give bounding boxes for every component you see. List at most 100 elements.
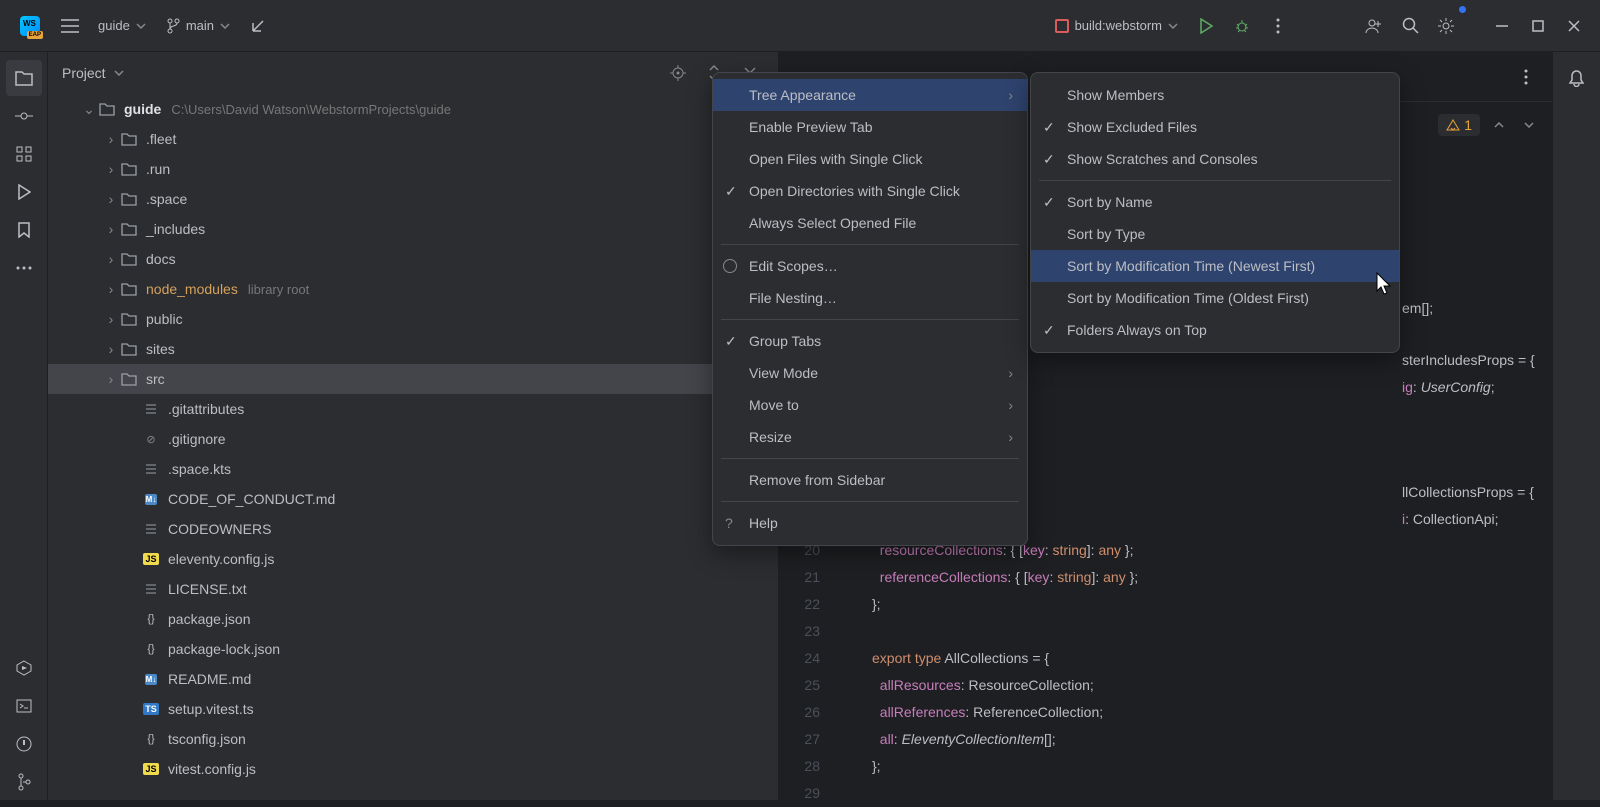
tree-item[interactable]: CODEOWNERS bbox=[48, 514, 778, 544]
next-highlight-icon[interactable] bbox=[1518, 114, 1540, 136]
code-line[interactable]: 27 all: EleventyCollectionItem[]; bbox=[778, 726, 1552, 753]
chevron-down-icon[interactable] bbox=[114, 70, 124, 76]
tree-item[interactable]: ›sites bbox=[48, 334, 778, 364]
code-fragment: ig: UserConfig; bbox=[1402, 379, 1495, 395]
menu-item[interactable]: ✓Show Scratches and Consoles bbox=[1031, 143, 1399, 175]
tree-item[interactable]: ⌄guideC:\Users\David Watson\WebstormProj… bbox=[48, 94, 778, 124]
menu-item[interactable]: Sort by Modification Time (Newest First) bbox=[1031, 250, 1399, 282]
titlebar: EAP guide main build:webstorm bbox=[0, 0, 1600, 52]
editor-options-icon[interactable] bbox=[1512, 63, 1540, 91]
menu-item[interactable]: Enable Preview Tab bbox=[713, 111, 1027, 143]
code-line[interactable]: 26 allReferences: ReferenceCollection; bbox=[778, 699, 1552, 726]
tree-item[interactable]: ›docs bbox=[48, 244, 778, 274]
commit-tool-icon[interactable] bbox=[6, 98, 42, 134]
menu-item[interactable]: ✓Open Directories with Single Click bbox=[713, 175, 1027, 207]
problems-tool-icon[interactable] bbox=[6, 726, 42, 762]
tree-item[interactable]: ›.fleet bbox=[48, 124, 778, 154]
panel-title: Project bbox=[62, 65, 106, 81]
run-config-selector[interactable]: build:webstorm bbox=[1045, 10, 1188, 41]
project-panel: Project ⌄guideC:\Users\David Watson\Webs… bbox=[48, 52, 778, 800]
menu-icon[interactable] bbox=[52, 8, 88, 44]
code-line[interactable]: 23 bbox=[778, 618, 1552, 645]
menu-item[interactable]: Edit Scopes… bbox=[713, 250, 1027, 282]
project-selector[interactable]: guide bbox=[88, 10, 156, 41]
code-line[interactable]: 24export type AllCollections = { bbox=[778, 645, 1552, 672]
tree-item[interactable]: .gitattributes bbox=[48, 394, 778, 424]
menu-item[interactable]: ?Help bbox=[713, 507, 1027, 539]
project-tool-icon[interactable] bbox=[6, 60, 42, 96]
locate-icon[interactable] bbox=[664, 59, 692, 87]
code-fragment: i: CollectionApi; bbox=[1402, 511, 1499, 527]
menu-item[interactable]: ✓Sort by Name bbox=[1031, 186, 1399, 218]
minimize-icon[interactable] bbox=[1484, 8, 1520, 44]
tree-item[interactable]: ›.space bbox=[48, 184, 778, 214]
menu-item[interactable]: Always Select Opened File bbox=[713, 207, 1027, 239]
tree-item[interactable]: ›node_moduleslibrary root bbox=[48, 274, 778, 304]
tree-item[interactable]: ⊘.gitignore bbox=[48, 424, 778, 454]
tree-item[interactable]: JSvitest.config.js bbox=[48, 754, 778, 784]
left-tool-strip bbox=[0, 52, 48, 800]
menu-item[interactable]: Show Members bbox=[1031, 79, 1399, 111]
project-tree[interactable]: ⌄guideC:\Users\David Watson\WebstormProj… bbox=[48, 94, 778, 800]
more-tools-icon[interactable] bbox=[6, 250, 42, 286]
tree-item[interactable]: M↓README.md bbox=[48, 664, 778, 694]
code-line[interactable]: 21 referenceCollections: { [key: string]… bbox=[778, 564, 1552, 591]
warning-badge[interactable]: 1 bbox=[1438, 114, 1480, 136]
code-line[interactable]: 22}; bbox=[778, 591, 1552, 618]
code-fragment: em[]; bbox=[1402, 300, 1433, 316]
branch-icon bbox=[166, 18, 180, 34]
settings-icon[interactable] bbox=[1428, 8, 1464, 44]
prev-highlight-icon[interactable] bbox=[1488, 114, 1510, 136]
tree-item[interactable]: M↓CODE_OF_CONDUCT.md bbox=[48, 484, 778, 514]
search-icon[interactable] bbox=[1392, 8, 1428, 44]
services-tool-icon[interactable] bbox=[6, 650, 42, 686]
bookmark-tool-icon[interactable] bbox=[6, 212, 42, 248]
menu-item[interactable]: Sort by Modification Time (Oldest First) bbox=[1031, 282, 1399, 314]
terminal-tool-icon[interactable] bbox=[6, 688, 42, 724]
menu-item[interactable]: Move to› bbox=[713, 389, 1027, 421]
tree-item[interactable]: {}tsconfig.json bbox=[48, 724, 778, 754]
branch-selector[interactable]: main bbox=[156, 10, 240, 42]
menu-item[interactable]: Resize› bbox=[713, 421, 1027, 453]
right-tool-strip bbox=[1552, 52, 1600, 800]
menu-item[interactable]: ✓Show Excluded Files bbox=[1031, 111, 1399, 143]
menu-item[interactable]: ✓Folders Always on Top bbox=[1031, 314, 1399, 346]
tree-item[interactable]: ›src bbox=[48, 364, 778, 394]
menu-item[interactable]: File Nesting… bbox=[713, 282, 1027, 314]
tree-item[interactable]: {}package.json bbox=[48, 604, 778, 634]
tree-item[interactable]: ›_includes bbox=[48, 214, 778, 244]
panel-context-menu: Tree Appearance›Enable Preview TabOpen F… bbox=[712, 72, 1028, 546]
tree-item[interactable]: {}package-lock.json bbox=[48, 634, 778, 664]
pull-icon[interactable] bbox=[240, 8, 276, 44]
code-line[interactable]: 28}; bbox=[778, 753, 1552, 780]
menu-item[interactable]: View Mode› bbox=[713, 357, 1027, 389]
tree-item[interactable]: TSsetup.vitest.ts bbox=[48, 694, 778, 724]
maximize-icon[interactable] bbox=[1520, 8, 1556, 44]
run-button[interactable] bbox=[1188, 8, 1224, 44]
tree-appearance-submenu: Show Members✓Show Excluded Files✓Show Sc… bbox=[1030, 72, 1400, 353]
menu-item[interactable]: ✓Group Tabs bbox=[713, 325, 1027, 357]
menu-item[interactable]: Tree Appearance› bbox=[713, 79, 1027, 111]
panel-header: Project bbox=[48, 52, 778, 94]
debug-button[interactable] bbox=[1224, 8, 1260, 44]
run-tool-icon[interactable] bbox=[6, 174, 42, 210]
tree-item[interactable]: ›.run bbox=[48, 154, 778, 184]
vcs-tool-icon[interactable] bbox=[6, 764, 42, 800]
structure-tool-icon[interactable] bbox=[6, 136, 42, 172]
menu-item[interactable]: Sort by Type bbox=[1031, 218, 1399, 250]
code-fragment: sterIncludesProps = { bbox=[1402, 352, 1535, 368]
close-window-icon[interactable] bbox=[1556, 8, 1592, 44]
tree-item[interactable]: JSeleventy.config.js bbox=[48, 544, 778, 574]
code-line[interactable]: 25 allResources: ResourceCollection; bbox=[778, 672, 1552, 699]
notifications-icon[interactable] bbox=[1559, 60, 1595, 96]
more-actions-icon[interactable] bbox=[1260, 8, 1296, 44]
menu-item[interactable]: Remove from Sidebar bbox=[713, 464, 1027, 496]
tree-item[interactable]: ›public bbox=[48, 304, 778, 334]
menu-item[interactable]: Open Files with Single Click bbox=[713, 143, 1027, 175]
code-with-me-icon[interactable] bbox=[1356, 8, 1392, 44]
code-fragment: llCollectionsProps = { bbox=[1402, 484, 1534, 500]
code-area[interactable]: 20 resourceCollections: { [key: string]:… bbox=[778, 537, 1552, 807]
tree-item[interactable]: LICENSE.txt bbox=[48, 574, 778, 604]
tree-item[interactable]: .space.kts bbox=[48, 454, 778, 484]
code-line[interactable]: 29 bbox=[778, 780, 1552, 807]
